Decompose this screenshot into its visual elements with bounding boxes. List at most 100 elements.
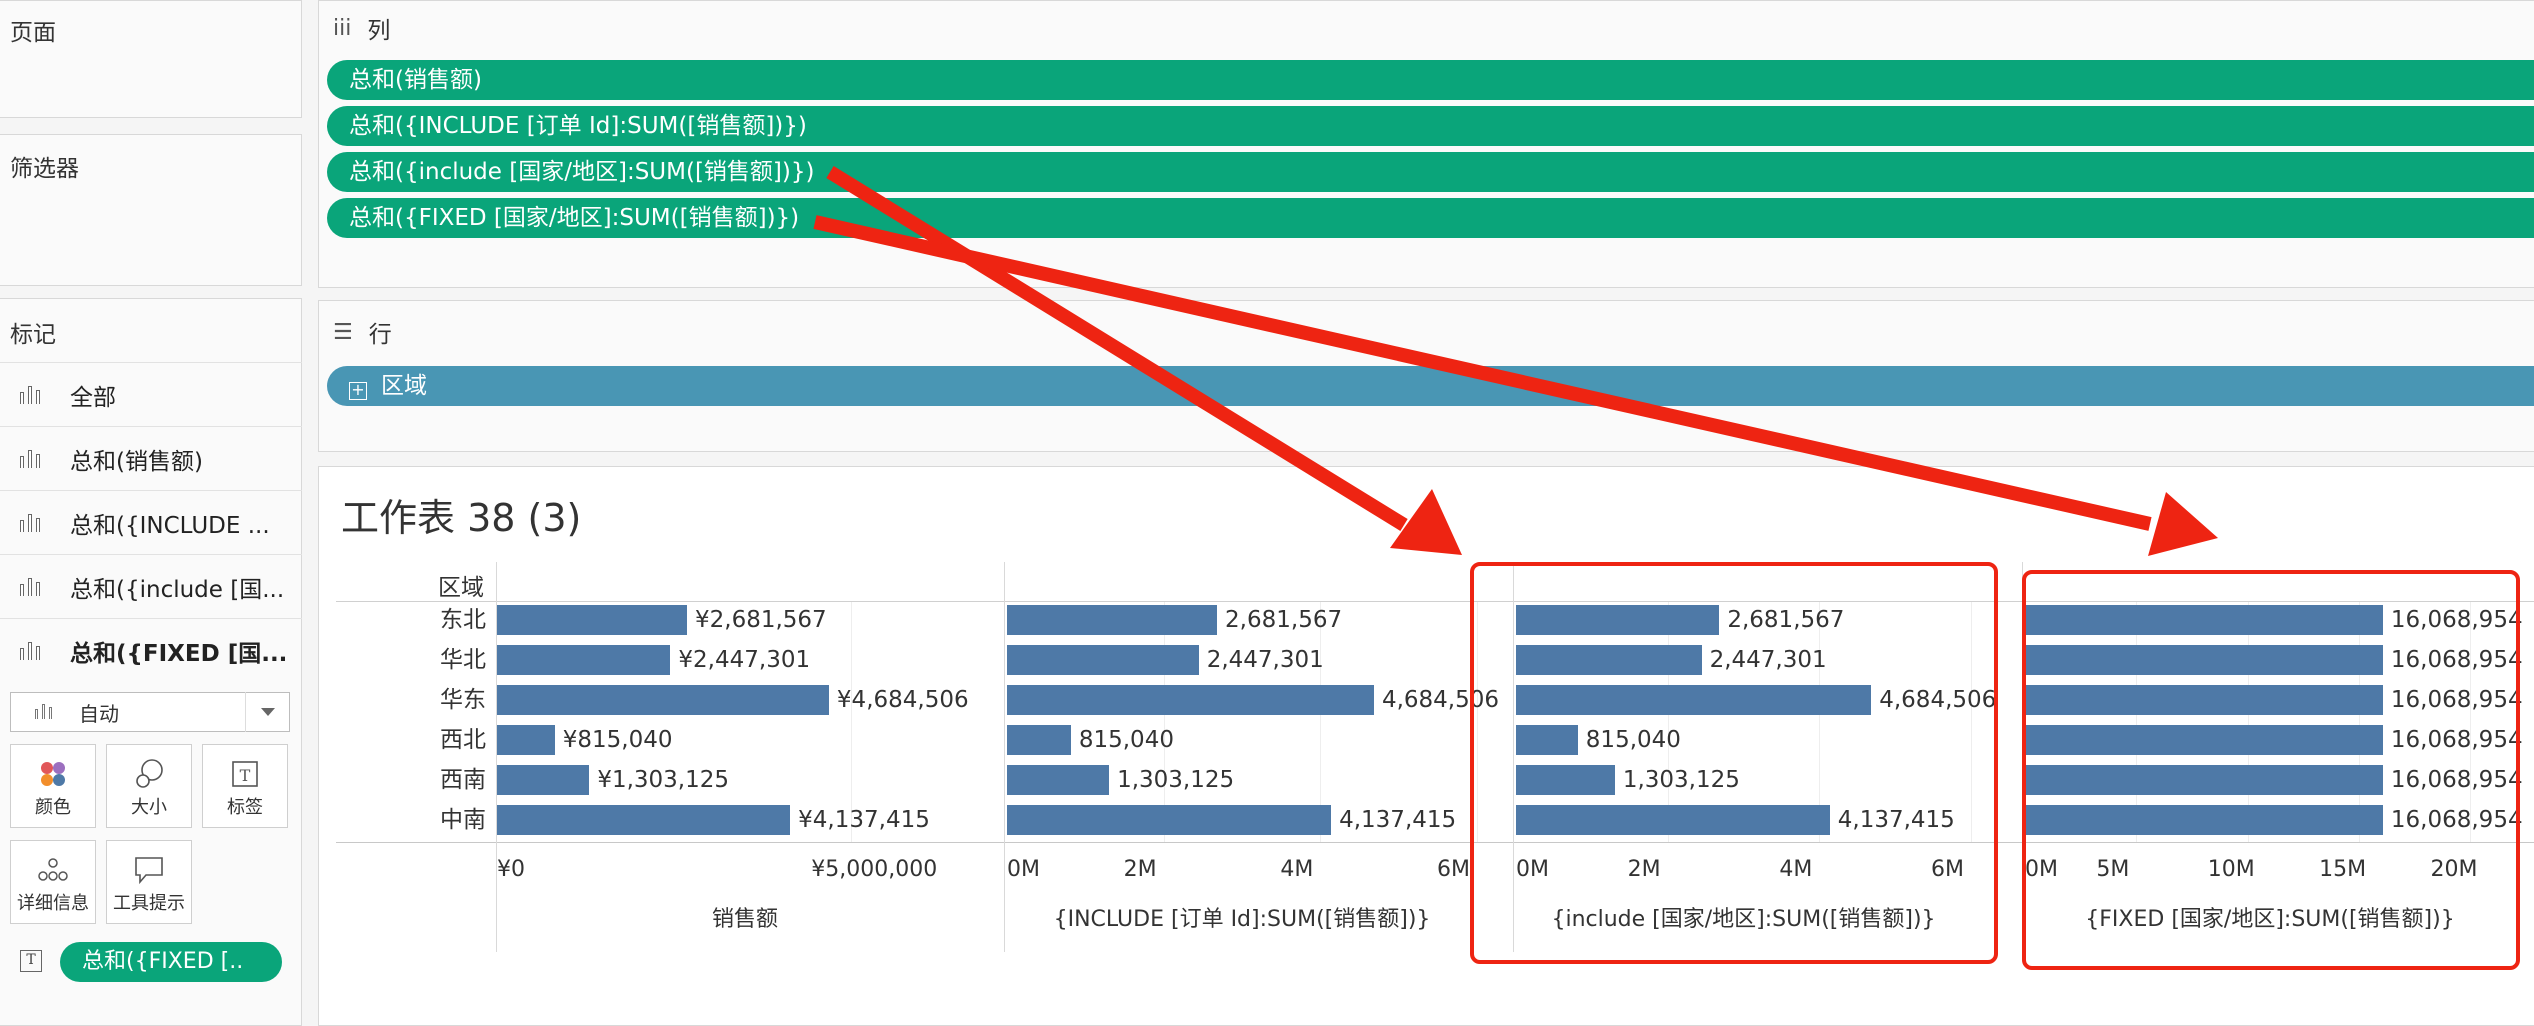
bar[interactable]: [1007, 605, 1218, 635]
pages-card[interactable]: 页面: [0, 0, 302, 118]
chevron-down-icon[interactable]: [245, 692, 289, 732]
marks-tab-fixed-country[interactable]: 总和({FIXED [国...: [0, 618, 302, 682]
data-label: ¥4,137,415: [798, 807, 930, 833]
column-pill-sales[interactable]: 总和(销售额): [327, 60, 2534, 100]
marks-tab-all[interactable]: 全部: [0, 362, 302, 426]
data-label: ¥1,303,125: [597, 767, 730, 793]
row-header-label: 区域: [438, 575, 484, 601]
bar-chart-icon: [20, 512, 46, 534]
data-label: ¥815,040: [562, 727, 673, 753]
region-label: 西北: [440, 727, 486, 753]
columns-shelf[interactable]: iii 列 总和(销售额) 总和({INCLUDE [订单 Id]:SUM([销…: [318, 0, 2534, 288]
axis-tick-label: 0M: [1007, 857, 1040, 882]
axis-tick-label: 6M: [1437, 857, 1470, 882]
mark-type-value: 自动: [79, 701, 119, 726]
axis-tick-label: 4M: [1280, 857, 1314, 882]
region-label: 华北: [440, 647, 486, 673]
bar-chart-icon: [20, 576, 46, 598]
axis-title: 销售额: [711, 907, 778, 932]
data-label: 2,681,567: [1225, 607, 1343, 633]
label-label: 标签: [227, 797, 263, 818]
label-button[interactable]: T 标签: [202, 744, 288, 828]
bar[interactable]: [1007, 765, 1110, 795]
color-label: 颜色: [35, 797, 71, 818]
data-label: ¥2,447,301: [678, 647, 811, 673]
column-pill-include-country[interactable]: 总和({include [国家/地区]:SUM([销售额])}): [327, 152, 2534, 192]
bar[interactable]: [497, 765, 590, 795]
bar[interactable]: [1007, 645, 1199, 675]
marks-tab-label: 总和({INCLUDE ...: [70, 512, 270, 539]
left-panel: 页面 筛选器 标记 全部 总和(销售额) 总和({INCLUDE ... 总和(…: [0, 0, 304, 1026]
marks-tab-label: 全部: [70, 384, 116, 411]
detail-label: 详细信息: [17, 893, 89, 914]
bar-chart-icon: [20, 448, 46, 470]
svg-text:T: T: [240, 766, 251, 785]
axis-tick-label: ¥0: [497, 857, 525, 882]
detail-button[interactable]: 详细信息: [10, 840, 96, 924]
rows-shelf-label: 行: [368, 322, 392, 348]
data-label: 4,137,415: [1339, 807, 1457, 833]
list-icon: ☰: [333, 319, 353, 345]
column-pill-fixed-country[interactable]: 总和({FIXED [国家/地区]:SUM([销售额])}): [327, 198, 2534, 238]
bar[interactable]: [497, 725, 555, 755]
rows-shelf-title: ☰ 行: [333, 315, 392, 349]
bar[interactable]: [497, 685, 829, 715]
marks-title: 标记: [10, 322, 56, 348]
label-field-pill[interactable]: 总和({FIXED [..: [60, 942, 282, 982]
text-label-icon: T: [203, 757, 287, 791]
data-label: 1,303,125: [1117, 767, 1235, 793]
detail-icon: [11, 853, 95, 887]
data-label: 2,447,301: [1206, 647, 1324, 673]
size-icon: [107, 757, 191, 791]
axis-tick-label: ¥5,000,000: [811, 857, 938, 882]
tooltip-label: 工具提示: [113, 893, 185, 914]
region-label: 东北: [440, 607, 486, 633]
columns-shelf-label: 列: [367, 18, 391, 44]
bar[interactable]: [1007, 725, 1071, 755]
region-label: 西南: [440, 767, 486, 793]
axis-tick-label: 2M: [1123, 857, 1157, 882]
data-label: ¥4,684,506: [836, 687, 969, 713]
rows-shelf[interactable]: ☰ 行 + 区域: [318, 300, 2534, 452]
pane-divider: [1004, 562, 1005, 952]
mark-type-select[interactable]: 自动: [10, 692, 290, 732]
marks-tab-label: 总和({FIXED [国...: [70, 640, 288, 667]
bar-chart-icon: [35, 703, 61, 721]
text-label-icon: T: [20, 950, 42, 972]
size-label: 大小: [131, 797, 167, 818]
region-label: 华东: [440, 687, 486, 713]
filters-card[interactable]: 筛选器: [0, 134, 302, 286]
marks-tab-sales[interactable]: 总和(销售额): [0, 426, 302, 490]
tooltip-icon: [107, 853, 191, 887]
columns-icon: iii: [333, 15, 352, 41]
marks-tab-include-country[interactable]: 总和({include [国...: [0, 554, 302, 618]
region-label: 中南: [440, 807, 486, 833]
color-icon: [11, 757, 95, 791]
size-button[interactable]: 大小: [106, 744, 192, 828]
data-label: ¥2,681,567: [695, 607, 827, 633]
bar-chart-icon: [20, 640, 46, 662]
worksheet-title: 工作表 38 (3): [341, 496, 582, 540]
filters-title: 筛选器: [10, 156, 79, 182]
highlight-box-include: [1470, 562, 1998, 964]
marks-tab-include-order[interactable]: 总和({INCLUDE ...: [0, 490, 302, 554]
bar[interactable]: [497, 805, 791, 835]
bar[interactable]: [497, 645, 671, 675]
row-pill-region[interactable]: + 区域: [327, 366, 2534, 406]
bar[interactable]: [1007, 685, 1374, 715]
columns-shelf-title: iii 列: [333, 11, 390, 45]
marks-tab-label: 总和({include [国...: [70, 576, 285, 603]
data-label: 815,040: [1078, 727, 1174, 753]
column-pill-include-order[interactable]: 总和({INCLUDE [订单 Id]:SUM([销售额])}): [327, 106, 2534, 146]
tooltip-button[interactable]: 工具提示: [106, 840, 192, 924]
bar[interactable]: [497, 605, 687, 635]
bar-chart-icon: [20, 384, 46, 406]
expand-icon[interactable]: +: [349, 382, 367, 400]
highlight-box-fixed: [2022, 570, 2520, 970]
pages-title: 页面: [10, 20, 56, 46]
bar[interactable]: [1007, 805, 1332, 835]
axis-title: {INCLUDE [订单 Id]:SUM([销售额])}: [1053, 907, 1431, 932]
color-button[interactable]: 颜色: [10, 744, 96, 828]
marks-tab-label: 总和(销售额): [70, 448, 203, 475]
row-pill-label: 区域: [381, 373, 427, 399]
